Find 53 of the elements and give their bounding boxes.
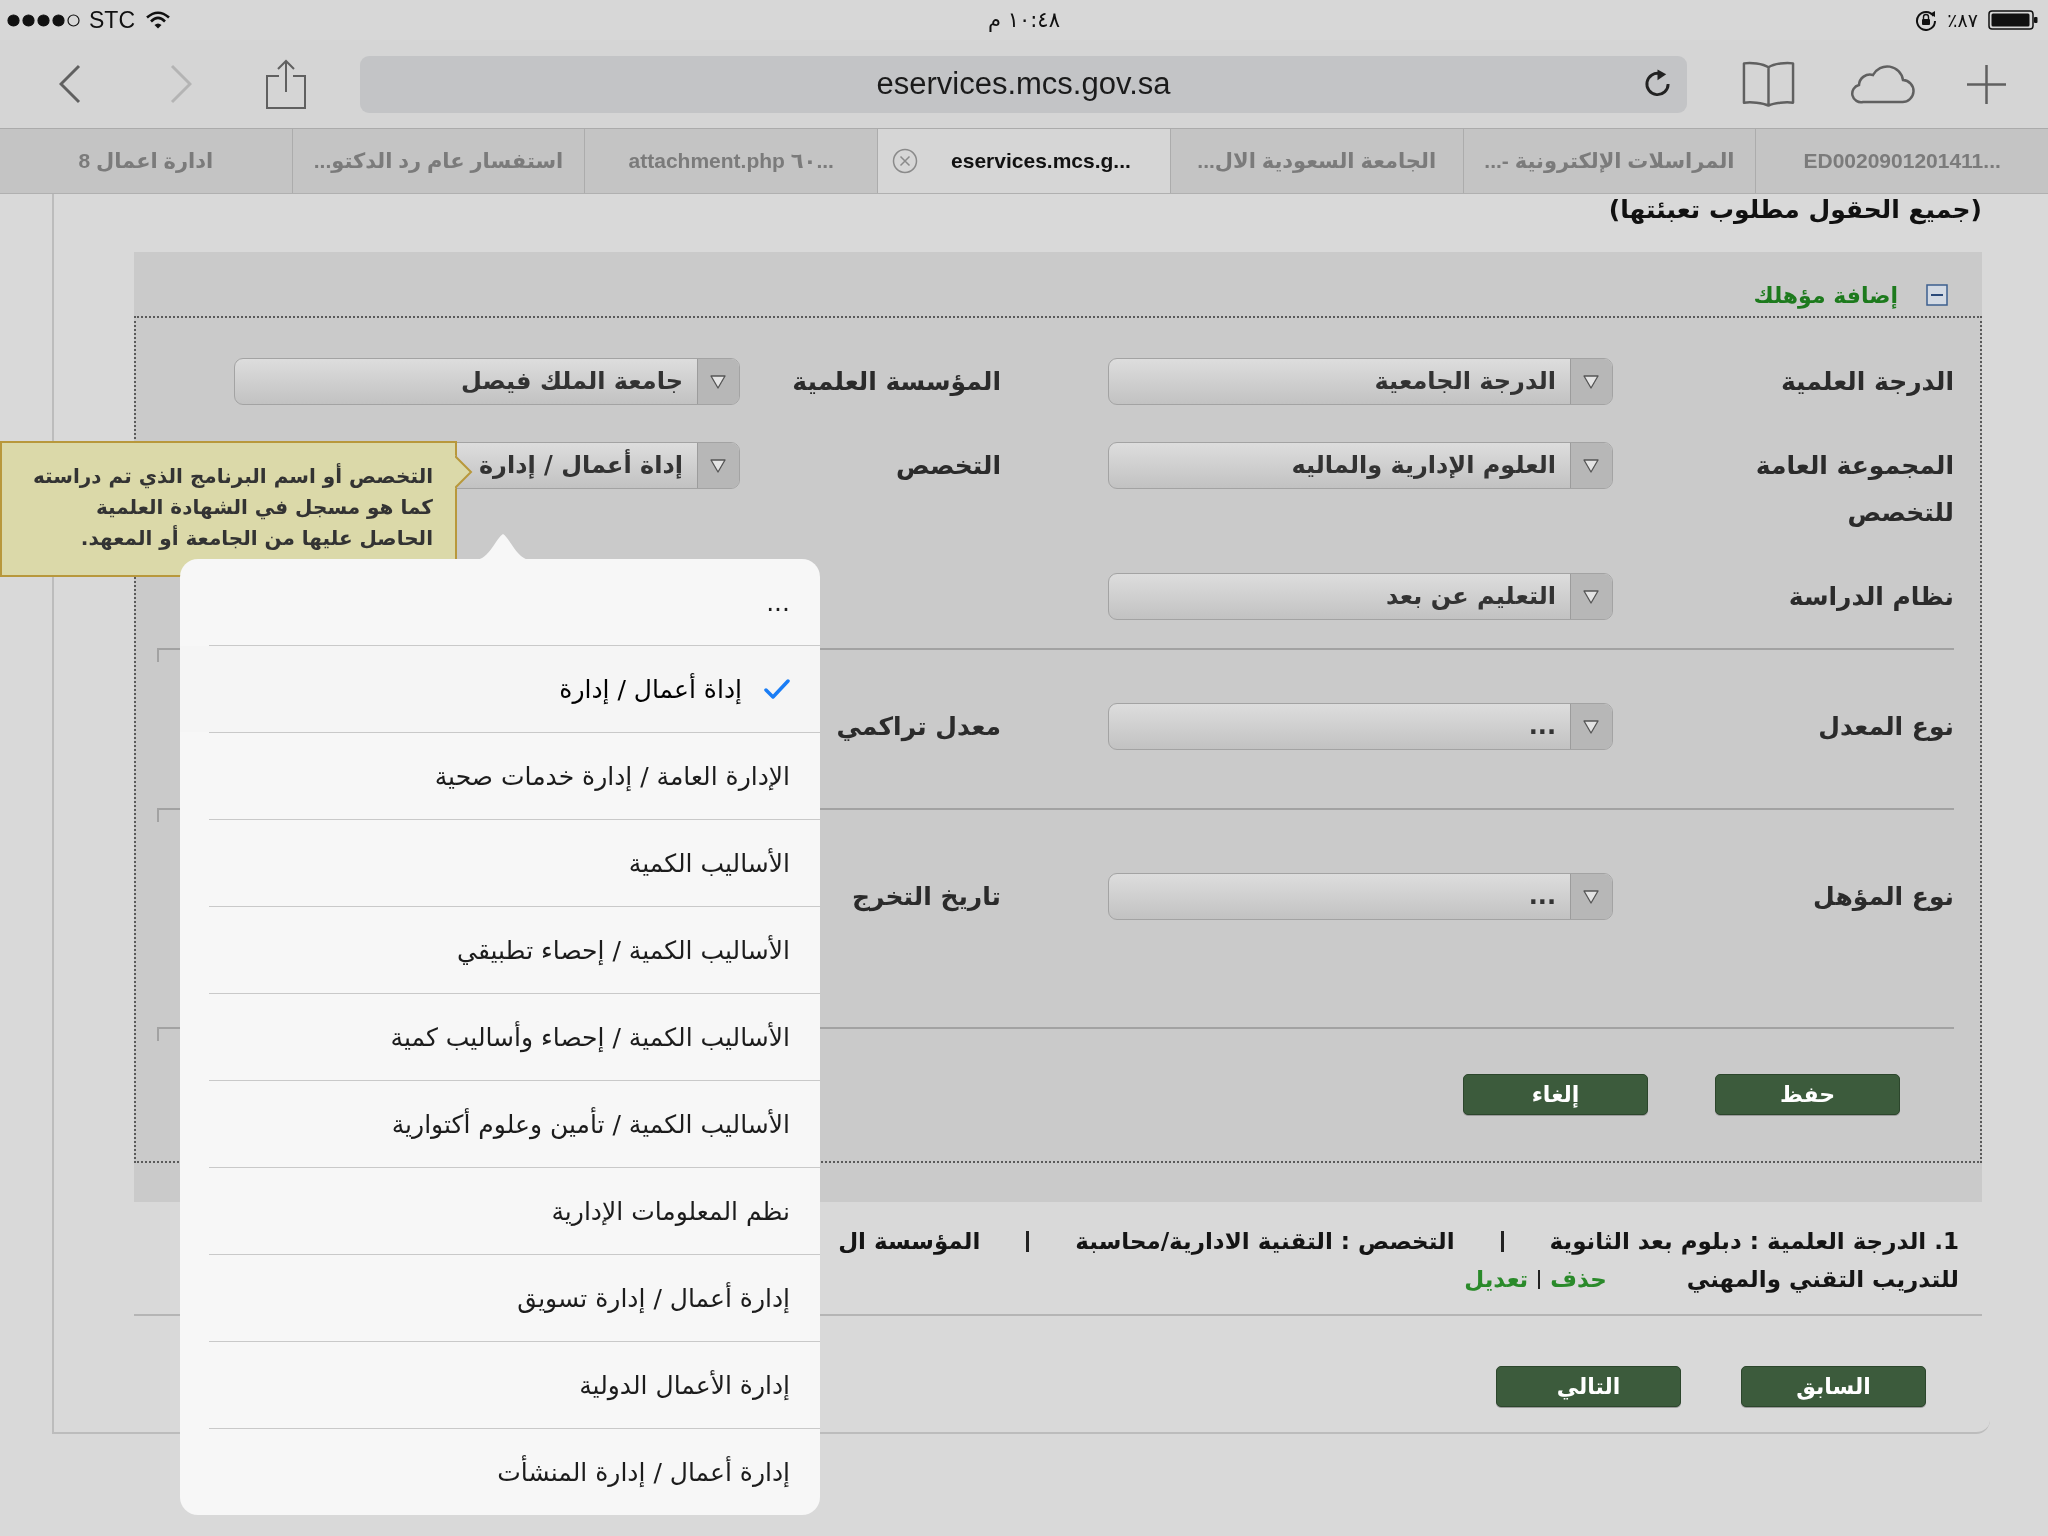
field-label: نظام الدراسة [1788,581,1954,613]
collapse-icon[interactable] [1926,284,1948,306]
form-button[interactable]: حفظ [1715,1074,1900,1115]
signal-icon [7,13,81,27]
field-label: المجموعة العامة للتخصص [1754,450,1954,529]
battery-percent: ٨٧٪ [1947,9,1978,31]
reload-icon[interactable] [1643,69,1672,99]
carrier-name: STC [89,6,135,34]
clock-time: ١٠:٤٨ م [988,8,1060,32]
wifi-icon [146,11,170,29]
form-button[interactable]: إلغاء [1463,1074,1648,1115]
dropdown-option[interactable]: الأساليب الكمية [180,820,820,906]
dropdown-option[interactable]: الأساليب الكمية / تأمين وعلوم أكتوارية [180,1081,820,1167]
nav-button[interactable]: التالي [1496,1366,1681,1407]
field-label: التخصص [896,450,1001,482]
dropdown-option[interactable]: الأساليب الكمية / إحصاء وأساليب كمية [180,994,820,1080]
field-label: معدل تراكمي [836,711,1001,744]
address-field[interactable]: eservices.mcs.gov.sa [360,55,1687,113]
back-icon[interactable] [59,64,81,104]
dropdown-option[interactable]: إدارة الأعمال الدولية [180,1342,820,1428]
dropdown-select[interactable]: ... [1108,703,1613,750]
rotation-lock-icon [1915,9,1938,31]
share-icon[interactable] [265,59,307,109]
battery-icon [1988,10,2038,30]
dropdown-select[interactable]: العلوم الإدارية والماليه [1108,442,1613,489]
dropdown-select[interactable]: التعليم عن بعد [1108,573,1613,620]
dropdown-option[interactable]: الإدارة العامة / إدارة خدمات صحية [180,733,820,819]
browser-tab[interactable]: eservices.mcs.g... [877,129,1170,193]
field-label: نوع المؤهل [1813,881,1954,913]
book-icon[interactable] [1741,60,1796,108]
dropdown-option[interactable]: إدارة أعمال / إدارة تسويق [180,1255,820,1341]
record-detail: للتدريب التقني والمهني [1686,1266,1959,1292]
nav-button[interactable]: السابق [1741,1366,1926,1407]
cloud-icon[interactable] [1848,64,1916,104]
required-fields-note: (جميع الحقول مطلوب تعبئتها) [1607,194,1982,227]
record-detail: التخصص : التقنية الادارية/محاسبة [1075,1228,1455,1254]
tooltip-pointer-icon [455,455,473,489]
checkmark-icon [764,678,790,700]
field-label: المؤسسة العلمية [792,366,1001,398]
dropdown-option[interactable]: الأساليب الكمية / إحصاء تطبيقي [180,907,820,993]
field-label: تاريخ التخرج [851,881,1001,914]
close-icon[interactable] [892,148,919,174]
dropdown-option[interactable]: نظم المعلومات الإدارية [180,1168,820,1254]
dropdown-select[interactable]: ... [1108,873,1613,920]
record-detail: 1. الدرجة العلمية : دبلوم بعد الثانوية [1549,1228,1959,1254]
dropdown-select[interactable]: جامعة الملك فيصل [234,358,740,405]
dropdown-select[interactable]: الدرجة الجامعية [1108,358,1613,405]
field-label: الدرجة العلمية [1780,366,1954,398]
record-detail: المؤسسة ال [838,1228,981,1254]
dropdown-option[interactable]: إدارة أعمال / إدارة المنشأت [180,1429,820,1515]
field-label: نوع المعدل [1818,711,1954,743]
tooltip: التخصص أو اسم البرنامج الذي تم دراسته كما هو مسجل في الشهادة العلمية الحاصل عليها من الجامعة أو المعهد. [0,441,457,577]
plus-icon[interactable] [1966,63,2007,105]
